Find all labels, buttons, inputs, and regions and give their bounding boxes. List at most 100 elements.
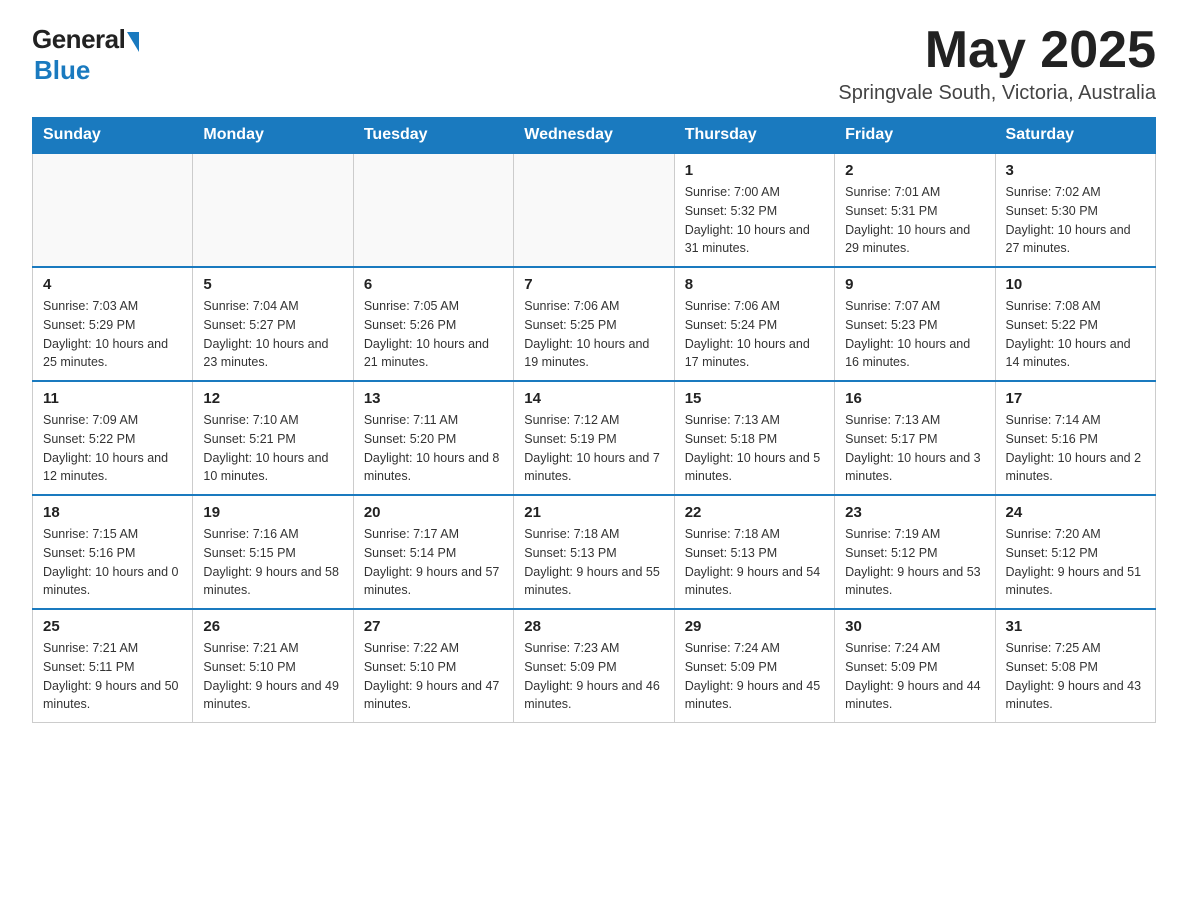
calendar-cell: 30 Sunrise: 7:24 AM Sunset: 5:09 PM Dayli…: [835, 609, 995, 723]
day-info: Sunrise: 7:11 AM Sunset: 5:20 PM Dayligh…: [364, 411, 503, 486]
day-number: 8: [685, 276, 824, 293]
day-number: 7: [524, 276, 663, 293]
calendar-cell: [193, 153, 353, 267]
calendar-cell: 20 Sunrise: 7:17 AM Sunset: 5:14 PM Dayli…: [353, 495, 513, 609]
day-number: 19: [203, 504, 342, 521]
day-number: 12: [203, 390, 342, 407]
calendar-cell: [514, 153, 674, 267]
calendar-cell: 13 Sunrise: 7:11 AM Sunset: 5:20 PM Dayli…: [353, 381, 513, 495]
day-number: 24: [1006, 504, 1145, 521]
day-info: Sunrise: 7:09 AM Sunset: 5:22 PM Dayligh…: [43, 411, 182, 486]
day-number: 3: [1006, 162, 1145, 179]
day-info: Sunrise: 7:04 AM Sunset: 5:27 PM Dayligh…: [203, 297, 342, 372]
calendar-table: SundayMondayTuesdayWednesdayThursdayFrid…: [32, 117, 1156, 723]
calendar-cell: 19 Sunrise: 7:16 AM Sunset: 5:15 PM Dayli…: [193, 495, 353, 609]
day-number: 16: [845, 390, 984, 407]
day-number: 11: [43, 390, 182, 407]
day-number: 15: [685, 390, 824, 407]
day-number: 30: [845, 618, 984, 635]
calendar-cell: 15 Sunrise: 7:13 AM Sunset: 5:18 PM Dayli…: [674, 381, 834, 495]
day-number: 23: [845, 504, 984, 521]
calendar-week-row: 25Sunrise: 7:21 AM Sunset: 5:11 PM Dayli…: [33, 609, 1156, 723]
day-number: 2: [845, 162, 984, 179]
calendar-header-friday: Friday: [835, 118, 995, 154]
calendar-cell: 24 Sunrise: 7:20 AM Sunset: 5:12 PM Dayli…: [995, 495, 1155, 609]
calendar-cell: 2 Sunrise: 7:01 AM Sunset: 5:31 PM Daylig…: [835, 153, 995, 267]
calendar-cell: 7 Sunrise: 7:06 AM Sunset: 5:25 PM Daylig…: [514, 267, 674, 381]
day-number: 25: [43, 618, 182, 635]
day-number: 31: [1006, 618, 1145, 635]
day-info: Sunrise: 7:25 AM Sunset: 5:08 PM Dayligh…: [1006, 639, 1145, 714]
day-info: Sunrise: 7:18 AM Sunset: 5:13 PM Dayligh…: [524, 525, 663, 600]
day-info: Sunrise: 7:05 AM Sunset: 5:26 PM Dayligh…: [364, 297, 503, 372]
day-info: Sunrise: 7:16 AM Sunset: 5:15 PM Dayligh…: [203, 525, 342, 600]
calendar-cell: 6Sunrise: 7:05 AM Sunset: 5:26 PM Daylig…: [353, 267, 513, 381]
calendar-cell: 12Sunrise: 7:10 AM Sunset: 5:21 PM Dayli…: [193, 381, 353, 495]
day-info: Sunrise: 7:24 AM Sunset: 5:09 PM Dayligh…: [685, 639, 824, 714]
month-year-title: May 2025: [838, 24, 1156, 76]
day-info: Sunrise: 7:01 AM Sunset: 5:31 PM Dayligh…: [845, 183, 984, 258]
day-number: 26: [203, 618, 342, 635]
calendar-cell: [33, 153, 193, 267]
logo-general-text: General: [32, 24, 125, 55]
logo-arrow-icon: [127, 32, 139, 52]
day-info: Sunrise: 7:21 AM Sunset: 5:10 PM Dayligh…: [203, 639, 342, 714]
day-info: Sunrise: 7:18 AM Sunset: 5:13 PM Dayligh…: [685, 525, 824, 600]
day-number: 28: [524, 618, 663, 635]
day-info: Sunrise: 7:17 AM Sunset: 5:14 PM Dayligh…: [364, 525, 503, 600]
day-info: Sunrise: 7:23 AM Sunset: 5:09 PM Dayligh…: [524, 639, 663, 714]
calendar-cell: 4Sunrise: 7:03 AM Sunset: 5:29 PM Daylig…: [33, 267, 193, 381]
day-number: 1: [685, 162, 824, 179]
calendar-week-row: 1 Sunrise: 7:00 AM Sunset: 5:32 PM Daylig…: [33, 153, 1156, 267]
calendar-header-wednesday: Wednesday: [514, 118, 674, 154]
day-info: Sunrise: 7:15 AM Sunset: 5:16 PM Dayligh…: [43, 525, 182, 600]
day-info: Sunrise: 7:13 AM Sunset: 5:18 PM Dayligh…: [685, 411, 824, 486]
day-number: 27: [364, 618, 503, 635]
calendar-cell: 25Sunrise: 7:21 AM Sunset: 5:11 PM Dayli…: [33, 609, 193, 723]
calendar-header-row: SundayMondayTuesdayWednesdayThursdayFrid…: [33, 118, 1156, 154]
day-number: 20: [364, 504, 503, 521]
calendar-week-row: 18 Sunrise: 7:15 AM Sunset: 5:16 PM Dayli…: [33, 495, 1156, 609]
day-info: Sunrise: 7:13 AM Sunset: 5:17 PM Dayligh…: [845, 411, 984, 486]
calendar-cell: 11 Sunrise: 7:09 AM Sunset: 5:22 PM Dayli…: [33, 381, 193, 495]
calendar-cell: [353, 153, 513, 267]
calendar-cell: 26 Sunrise: 7:21 AM Sunset: 5:10 PM Dayli…: [193, 609, 353, 723]
day-number: 9: [845, 276, 984, 293]
calendar-cell: 22Sunrise: 7:18 AM Sunset: 5:13 PM Dayli…: [674, 495, 834, 609]
day-number: 18: [43, 504, 182, 521]
calendar-cell: 27 Sunrise: 7:22 AM Sunset: 5:10 PM Dayli…: [353, 609, 513, 723]
day-number: 5: [203, 276, 342, 293]
calendar-cell: 3Sunrise: 7:02 AM Sunset: 5:30 PM Daylig…: [995, 153, 1155, 267]
day-info: Sunrise: 7:12 AM Sunset: 5:19 PM Dayligh…: [524, 411, 663, 486]
day-number: 17: [1006, 390, 1145, 407]
day-info: Sunrise: 7:24 AM Sunset: 5:09 PM Dayligh…: [845, 639, 984, 714]
calendar-cell: 9Sunrise: 7:07 AM Sunset: 5:23 PM Daylig…: [835, 267, 995, 381]
day-info: Sunrise: 7:20 AM Sunset: 5:12 PM Dayligh…: [1006, 525, 1145, 600]
day-info: Sunrise: 7:22 AM Sunset: 5:10 PM Dayligh…: [364, 639, 503, 714]
calendar-cell: 23Sunrise: 7:19 AM Sunset: 5:12 PM Dayli…: [835, 495, 995, 609]
calendar-cell: 5 Sunrise: 7:04 AM Sunset: 5:27 PM Daylig…: [193, 267, 353, 381]
day-info: Sunrise: 7:08 AM Sunset: 5:22 PM Dayligh…: [1006, 297, 1145, 372]
calendar-cell: 10Sunrise: 7:08 AM Sunset: 5:22 PM Dayli…: [995, 267, 1155, 381]
calendar-week-row: 11 Sunrise: 7:09 AM Sunset: 5:22 PM Dayli…: [33, 381, 1156, 495]
calendar-header-saturday: Saturday: [995, 118, 1155, 154]
day-info: Sunrise: 7:06 AM Sunset: 5:25 PM Dayligh…: [524, 297, 663, 372]
day-info: Sunrise: 7:00 AM Sunset: 5:32 PM Dayligh…: [685, 183, 824, 258]
logo: General Blue: [32, 24, 139, 86]
location-subtitle: Springvale South, Victoria, Australia: [838, 82, 1156, 105]
title-block: May 2025 Springvale South, Victoria, Aus…: [838, 24, 1156, 105]
calendar-header-thursday: Thursday: [674, 118, 834, 154]
calendar-header-tuesday: Tuesday: [353, 118, 513, 154]
day-number: 14: [524, 390, 663, 407]
day-number: 13: [364, 390, 503, 407]
calendar-cell: 1 Sunrise: 7:00 AM Sunset: 5:32 PM Daylig…: [674, 153, 834, 267]
calendar-cell: 31 Sunrise: 7:25 AM Sunset: 5:08 PM Dayli…: [995, 609, 1155, 723]
calendar-cell: 29Sunrise: 7:24 AM Sunset: 5:09 PM Dayli…: [674, 609, 834, 723]
day-number: 4: [43, 276, 182, 293]
calendar-cell: 17Sunrise: 7:14 AM Sunset: 5:16 PM Dayli…: [995, 381, 1155, 495]
page-header: General Blue May 2025 Springvale South, …: [32, 24, 1156, 105]
calendar-week-row: 4Sunrise: 7:03 AM Sunset: 5:29 PM Daylig…: [33, 267, 1156, 381]
logo-blue-text: Blue: [34, 55, 90, 86]
day-number: 21: [524, 504, 663, 521]
calendar-cell: 14 Sunrise: 7:12 AM Sunset: 5:19 PM Dayli…: [514, 381, 674, 495]
